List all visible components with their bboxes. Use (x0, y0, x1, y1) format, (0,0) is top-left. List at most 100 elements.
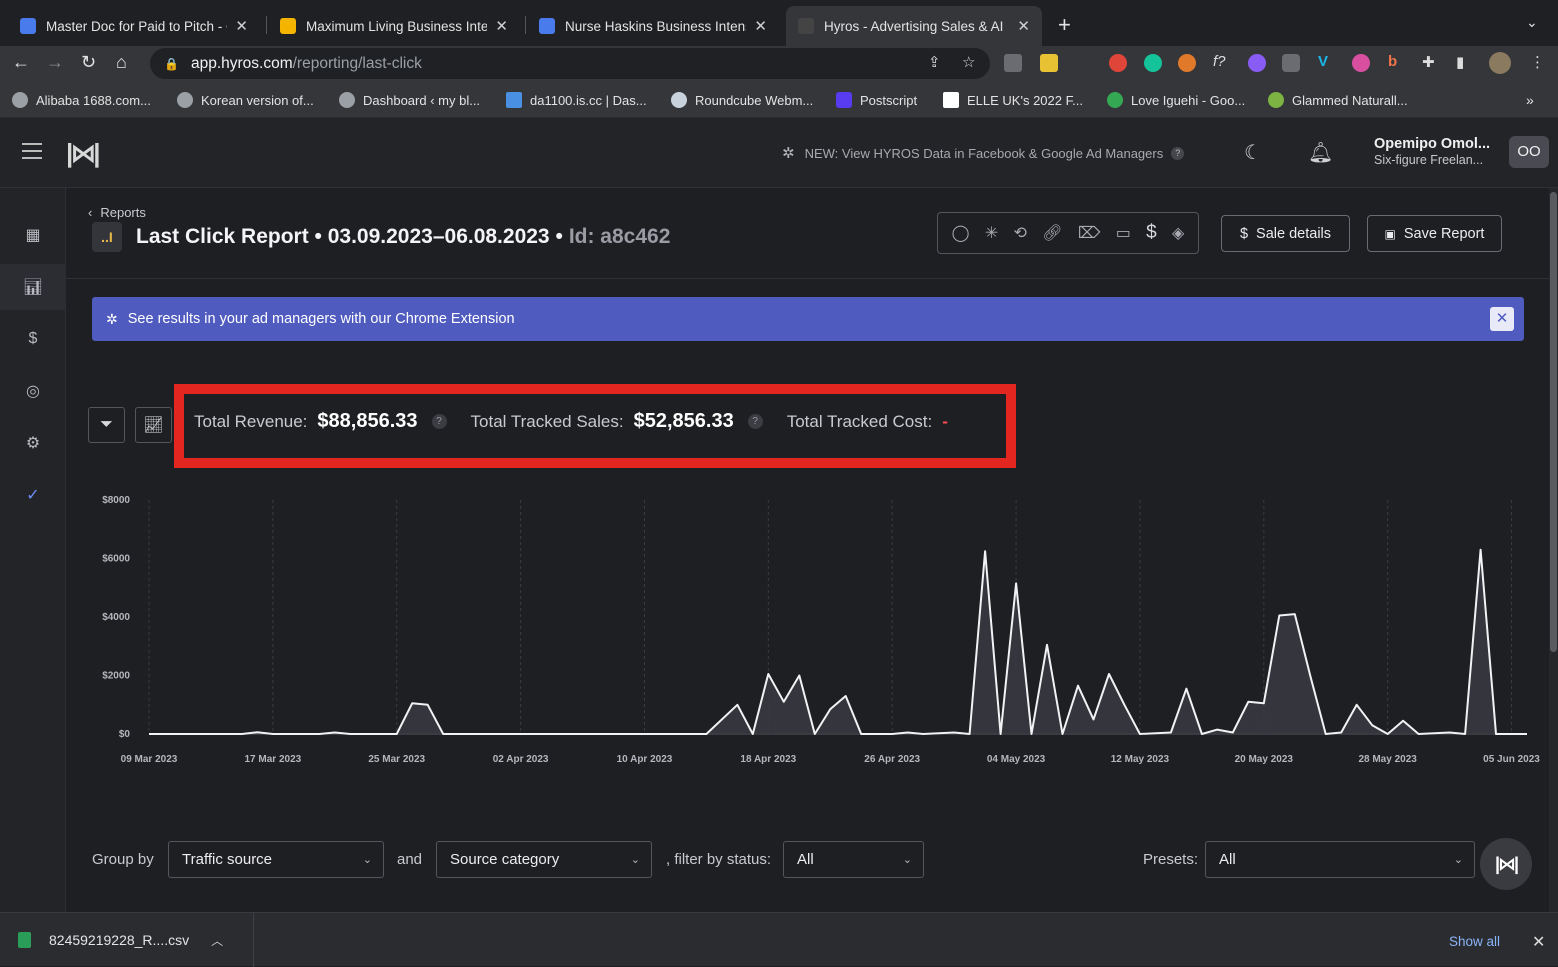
hyros-support-button[interactable]: |⋈| (1480, 838, 1532, 890)
lock-icon: 🔒 (164, 56, 179, 71)
bookmark-item[interactable]: Dashboard ‹ my bl... (339, 92, 480, 108)
filter-button[interactable]: ⏷ (88, 407, 125, 443)
close-icon[interactable]: ✕ (495, 17, 508, 35)
home-icon[interactable]: ⌂ (116, 52, 127, 73)
grammarly-extension-icon[interactable] (1144, 54, 1162, 72)
sticky-notes-extension-icon[interactable] (1040, 54, 1058, 72)
link-icon[interactable]: 🔗︎ (1042, 223, 1062, 243)
report-id: Id: a8c462 (568, 225, 671, 248)
bookmark-item[interactable]: ELLE UK's 2022 F... (943, 92, 1083, 108)
bing-extension-icon[interactable]: b (1388, 53, 1397, 70)
x-tick-label: 25 Mar 2023 (368, 754, 425, 765)
announcement-link[interactable]: ✲ NEW: View HYROS Data in Facebook & Goo… (782, 144, 1185, 162)
hyros-logo[interactable]: |⋈| (66, 138, 101, 169)
dollar-icon[interactable]: $ (1146, 222, 1157, 244)
browser-tab-1[interactable]: Master Doc for Paid to Pitch - C ✕ (8, 6, 260, 46)
y-tick-label: $0 (119, 729, 131, 740)
download-item[interactable]: 82459219228_R....csv ︿ (0, 913, 254, 967)
sidebar-item-sales[interactable]: $ (0, 316, 66, 362)
browser-tab-4-active[interactable]: Hyros - Advertising Sales & AI ✕ (786, 6, 1042, 46)
chart-toggle-button[interactable]: 📈︎ (135, 407, 172, 443)
arrow-chevron-icon (506, 92, 522, 108)
new-tab-icon[interactable]: + (1058, 12, 1071, 38)
grid-icon: ▦ (25, 227, 41, 244)
breadcrumb[interactable]: ‹ Reports (88, 205, 146, 220)
bookmark-item[interactable]: da1100.is.cc | Das... (506, 92, 647, 108)
bookmark-item[interactable]: Postscript (836, 92, 917, 108)
price-tag-icon[interactable]: ◈ (1172, 223, 1184, 243)
more-bookmarks-icon[interactable]: » (1526, 92, 1534, 108)
profile-avatar-icon[interactable] (1489, 52, 1511, 74)
report-chart-icon: ..I (92, 222, 122, 252)
show-all-downloads-button[interactable]: Show all (1449, 934, 1500, 949)
bookmark-star-icon[interactable]: ☆ (962, 53, 975, 71)
address-bar[interactable]: 🔒 app.hyros.com/reporting/last-click (150, 48, 990, 79)
close-icon[interactable]: ✕ (235, 17, 248, 35)
share-icon[interactable]: ⇪ (928, 53, 941, 71)
coin-refresh-icon[interactable]: ⟲ (1014, 223, 1027, 243)
color-wheel-extension-icon[interactable] (1352, 54, 1370, 72)
bookmark-item[interactable]: Roundcube Webm... (671, 92, 813, 108)
sidebar-item-checklist[interactable]: ✓ (0, 472, 66, 518)
forward-icon[interactable]: → (46, 52, 64, 73)
presets-select[interactable]: All ⌄ (1205, 841, 1475, 878)
side-panel-icon[interactable]: ▮ (1456, 53, 1464, 71)
avatar[interactable]: OO (1509, 136, 1549, 168)
shield-extension-icon[interactable] (1004, 54, 1022, 72)
sidebar-item-settings[interactable]: ⚙ (0, 420, 66, 466)
help-icon[interactable]: ? (431, 414, 447, 429)
user-subtitle: Six-figure Freelan... (1374, 153, 1484, 167)
bookmark-item[interactable]: Korean version of... (177, 92, 314, 108)
vimeo-extension-icon[interactable]: V (1318, 53, 1328, 70)
tab-search-chevron-icon[interactable]: ⌄ (1526, 14, 1538, 31)
reload-icon[interactable]: ↻ (81, 52, 96, 73)
tab-separator (266, 16, 267, 34)
browser-tab-3[interactable]: Nurse Haskins Business Intens ✕ (527, 6, 779, 46)
help-icon[interactable]: ? (747, 414, 763, 429)
dollar-icon: $ (28, 330, 38, 347)
announcement-text: NEW: View HYROS Data in Facebook & Googl… (804, 145, 1164, 161)
function-extension-icon[interactable]: f? (1213, 53, 1226, 70)
instagram-extension-icon[interactable] (1248, 54, 1266, 72)
scrollbar-thumb[interactable] (1550, 192, 1557, 652)
lasso-icon[interactable]: ◯ (952, 223, 970, 243)
user-menu[interactable]: Opemipo Omol... Six-figure Freelan... (1374, 136, 1490, 167)
close-icon[interactable]: ✕ (1017, 17, 1030, 35)
source-category-select[interactable]: Source category ⌄ (436, 841, 652, 878)
browser-tab-2[interactable]: Maximum Living Business Inter ✕ (268, 6, 520, 46)
banner-close-button[interactable]: ✕ (1490, 307, 1514, 331)
sidebar-item-reports[interactable]: 📊︎ (0, 264, 66, 310)
close-icon[interactable]: ✕ (754, 17, 767, 35)
help-icon[interactable]: ? (1171, 146, 1185, 160)
page-scrollbar[interactable] (1549, 188, 1558, 912)
sparkle-icon[interactable]: ✳ (985, 223, 998, 243)
url-path: /reporting/last-click (292, 54, 422, 72)
colorful-extension-icon[interactable] (1178, 54, 1196, 72)
puzzle-extensions-icon[interactable]: ✚ (1422, 53, 1435, 71)
sale-details-button[interactable]: $ Sale details (1221, 215, 1350, 252)
close-icon[interactable]: ✕ (1532, 932, 1545, 952)
total-tracked-cost-value: - (942, 411, 948, 431)
notification-bell-icon[interactable]: 🔔︎ (1308, 140, 1333, 165)
back-icon[interactable]: ← (12, 52, 30, 73)
hamburger-menu-icon[interactable] (22, 143, 42, 164)
bookmark-item[interactable]: Love Iguehi - Goo... (1107, 92, 1245, 108)
calendar-icon[interactable]: ▭ (1116, 223, 1131, 243)
pokeball-extension-icon[interactable] (1109, 54, 1127, 72)
bookmark-item[interactable]: Alibaba 1688.com... (12, 92, 151, 108)
dark-mode-moon-icon[interactable]: ☾ (1244, 140, 1262, 165)
sidebar-item-dashboard[interactable]: ▦ (0, 212, 66, 258)
tag-icon[interactable]: ⌦ (1078, 223, 1101, 243)
banner-text: See results in your ad managers with our… (127, 311, 515, 327)
ublock-extension-icon[interactable] (1282, 54, 1300, 72)
status-select[interactable]: All ⌄ (783, 841, 924, 878)
x-tick-label: 20 May 2023 (1235, 754, 1294, 765)
x-tick-label: 04 May 2023 (987, 754, 1046, 765)
bookmark-item[interactable]: Glammed Naturall... (1268, 92, 1408, 108)
docs-icon (539, 18, 555, 34)
chevron-up-icon[interactable]: ︿ (211, 932, 223, 949)
browser-menu-icon[interactable]: ⋮ (1530, 53, 1545, 71)
group-by-select[interactable]: Traffic source ⌄ (168, 841, 384, 878)
sidebar-item-tracking[interactable]: ◎ (0, 368, 66, 414)
save-report-button[interactable]: ▣ Save Report (1367, 215, 1502, 252)
